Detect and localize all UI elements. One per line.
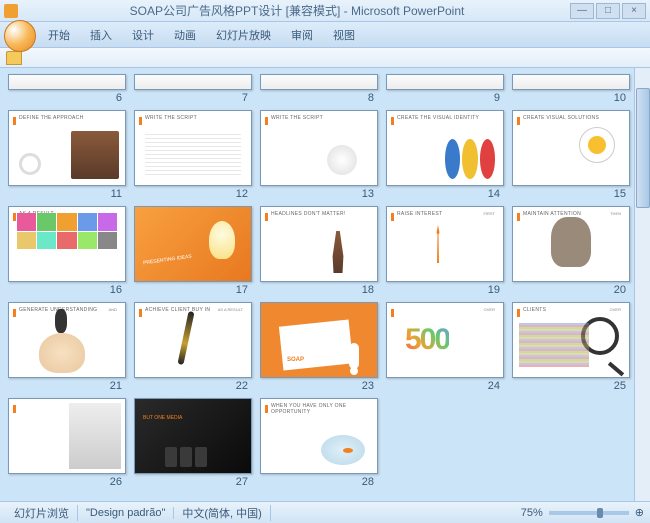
- slide-number: 15: [512, 188, 630, 200]
- slide-number: 10: [512, 92, 630, 104]
- slide-thumbnail[interactable]: WRITE THE SCRIPT13: [258, 110, 380, 200]
- slide-thumbnail[interactable]: 8: [258, 74, 380, 104]
- slide-thumbnail[interactable]: PRESENTING IDEAS17: [132, 206, 254, 296]
- tab-animation[interactable]: 动画: [164, 23, 206, 47]
- tab-insert[interactable]: 插入: [80, 23, 122, 47]
- minimize-button[interactable]: —: [570, 3, 594, 19]
- tab-view[interactable]: 视图: [323, 23, 365, 47]
- slide-thumbnail[interactable]: 7: [132, 74, 254, 104]
- slide-thumbnail[interactable]: ANDGENERATE UNDERSTANDING21: [6, 302, 128, 392]
- slide-number: 26: [8, 476, 126, 488]
- slide-number: 19: [386, 284, 504, 296]
- slide-thumbnail[interactable]: AS A RESULTACHIEVE CLIENT BUY IN22: [132, 302, 254, 392]
- statusbar: 幻灯片浏览 "Design padrão" 中文(简体, 中国) 75% ⊕: [0, 501, 650, 523]
- slide-thumbnail[interactable]: BUT ONE MEDIA27: [132, 398, 254, 488]
- slide-thumbnail[interactable]: 26: [6, 398, 128, 488]
- slide-number: 28: [260, 476, 378, 488]
- slide-thumbnail[interactable]: AS A RESULT16: [6, 206, 128, 296]
- zoom-handle[interactable]: [597, 508, 603, 518]
- template-label: "Design padrão": [78, 507, 174, 519]
- slide-number: 14: [386, 188, 504, 200]
- slide-sorter-view[interactable]: 678910DEFINE THE APPROACH11WRITE THE SCR…: [0, 68, 650, 501]
- titlebar: SOAP公司广告风格PPT设计 [兼容模式] - Microsoft Power…: [0, 0, 650, 22]
- tab-slideshow[interactable]: 幻灯片放映: [206, 23, 281, 47]
- slide-thumbnail[interactable]: 10: [510, 74, 632, 104]
- app-icon: [4, 4, 18, 18]
- scrollbar-thumb[interactable]: [636, 88, 650, 208]
- close-button[interactable]: ×: [622, 3, 646, 19]
- slide-thumbnail[interactable]: WHEN YOU HAVE ONLY ONE OPPORTUNITY28: [258, 398, 380, 488]
- slide-number: 13: [260, 188, 378, 200]
- slide-number: 8: [260, 92, 378, 104]
- slide-number: 12: [134, 188, 252, 200]
- slide-number: 17: [134, 284, 252, 296]
- zoom-slider[interactable]: [549, 511, 629, 515]
- window-title: SOAP公司广告风格PPT设计 [兼容模式] - Microsoft Power…: [24, 2, 570, 19]
- slide-number: 18: [260, 284, 378, 296]
- slide-thumbnail[interactable]: DEFINE THE APPROACH11: [6, 110, 128, 200]
- office-button[interactable]: [4, 20, 36, 52]
- slide-number: 11: [8, 188, 126, 200]
- folder-icon[interactable]: [6, 51, 22, 65]
- slide-number: 9: [386, 92, 504, 104]
- maximize-button[interactable]: □: [596, 3, 620, 19]
- tab-home[interactable]: 开始: [38, 23, 80, 47]
- tab-review[interactable]: 审阅: [281, 23, 323, 47]
- slide-number: 21: [8, 380, 126, 392]
- tab-design[interactable]: 设计: [122, 23, 164, 47]
- slide-thumbnail[interactable]: OVER50024: [384, 302, 506, 392]
- slide-number: 23: [260, 380, 378, 392]
- slide-thumbnail[interactable]: CREATE VISUAL SOLUTIONS15: [510, 110, 632, 200]
- slide-thumbnail[interactable]: FIRSTRAISE INTEREST19: [384, 206, 506, 296]
- slide-thumbnail[interactable]: WRITE THE SCRIPT12: [132, 110, 254, 200]
- slide-number: 7: [134, 92, 252, 104]
- slide-thumbnail[interactable]: OVERCLIENTS25: [510, 302, 632, 392]
- slide-thumbnail[interactable]: CREATE THE VISUAL IDENTITY14: [384, 110, 506, 200]
- slide-number: 20: [512, 284, 630, 296]
- vertical-scrollbar[interactable]: [634, 68, 650, 501]
- slide-number: 25: [512, 380, 630, 392]
- quick-toolbar: [0, 48, 650, 68]
- slide-thumbnail[interactable]: 6: [6, 74, 128, 104]
- fit-button[interactable]: ⊕: [635, 506, 644, 519]
- ribbon-tabs: 开始 插入 设计 动画 幻灯片放映 审阅 视图: [0, 22, 650, 48]
- slide-thumbnail[interactable]: 9: [384, 74, 506, 104]
- zoom-label: 75%: [521, 507, 543, 519]
- ime-label: 中文(简体, 中国): [174, 505, 270, 521]
- slide-thumbnail[interactable]: THENMAINTAIN ATTENTION20: [510, 206, 632, 296]
- slide-thumbnail[interactable]: SOAP23: [258, 302, 380, 392]
- slide-number: 16: [8, 284, 126, 296]
- view-mode-label: 幻灯片浏览: [6, 505, 78, 521]
- slide-number: 27: [134, 476, 252, 488]
- slide-number: 22: [134, 380, 252, 392]
- slide-number: 6: [8, 92, 126, 104]
- slide-number: 24: [386, 380, 504, 392]
- window-controls: — □ ×: [570, 3, 646, 19]
- slide-thumbnail[interactable]: HEADLINES DON'T MATTER!18: [258, 206, 380, 296]
